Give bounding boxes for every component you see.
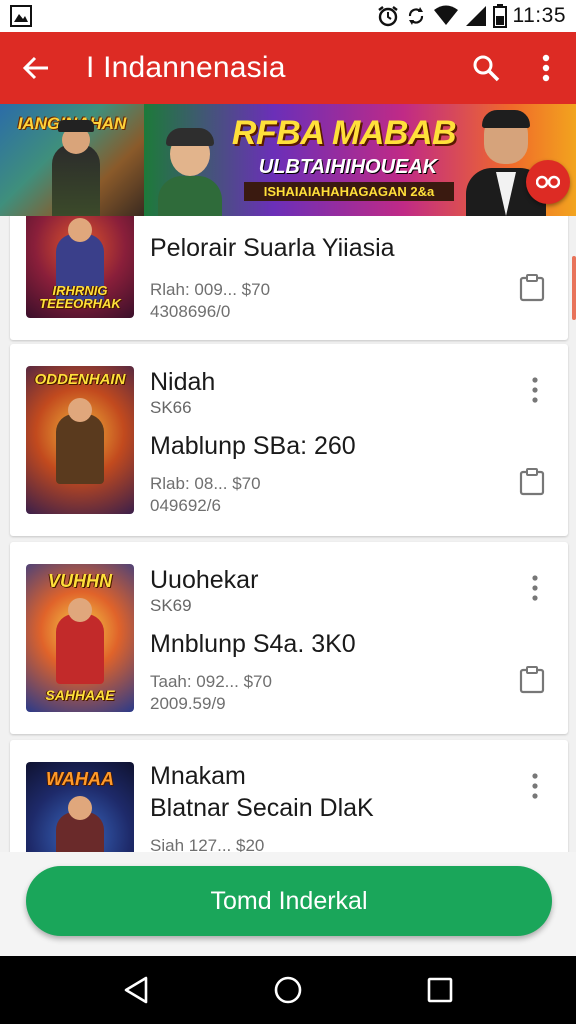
- more-vert-icon[interactable]: [520, 766, 550, 806]
- item-title: Uuohekar: [150, 566, 259, 594]
- item-thumbnail: VUHHN SAHHAAE: [26, 564, 134, 712]
- banner-person-right: [466, 110, 546, 216]
- scroll-indicator[interactable]: [572, 256, 576, 320]
- item-title: Nidah: [150, 368, 216, 396]
- thumb-title: ODDENHAIN: [34, 371, 126, 388]
- alarm-icon: [377, 5, 399, 27]
- recents-square-icon[interactable]: [408, 958, 472, 1022]
- list-item[interactable]: ODDENHAIN Nidah SK66 Mablunp SBa: 260 Rl…: [10, 344, 568, 536]
- item-subtitle: Mablunp SBa: 260: [150, 432, 356, 460]
- banner-hero-art: RFBA MABAB ULBTAIHIHOUEAK ISHAIAIAHAHAGA…: [144, 104, 576, 216]
- cta-container: Tomd Inderkal: [0, 852, 576, 956]
- back-arrow-icon[interactable]: [0, 32, 72, 104]
- more-vert-icon[interactable]: [520, 370, 550, 410]
- item-title: Mnakam: [150, 762, 246, 790]
- banner-soldier-figure: [52, 120, 100, 216]
- back-triangle-icon[interactable]: [104, 958, 168, 1022]
- list-item[interactable]: IRHRNIG TEEEORHAK Pelorair Suarla Yiiasi…: [10, 216, 568, 340]
- banner-game-art: IANGINAHAN: [0, 104, 144, 216]
- item-id: 049692/6: [150, 496, 221, 515]
- battery-icon: [492, 4, 507, 28]
- item-thumbnail: ODDENHAIN: [26, 366, 134, 514]
- primary-action-button[interactable]: Tomd Inderkal: [26, 866, 552, 936]
- wifi-icon: [433, 5, 459, 27]
- app-bar: I Indannenasia: [0, 32, 576, 104]
- item-thumbnail: IRHRNIG TEEEORHAK: [26, 216, 134, 318]
- banner-person-left: [158, 126, 222, 216]
- item-price: Taah: 092... $70: [150, 672, 272, 691]
- banner-title: RFBA MABAB: [231, 114, 457, 152]
- status-bar: 11:35: [0, 0, 576, 32]
- thumb-title: VUHHN: [47, 571, 112, 591]
- link-icon[interactable]: [526, 160, 570, 204]
- product-list: IRHRNIG TEEEORHAK Pelorair Suarla Yiiasi…: [0, 216, 576, 956]
- thumb-bottom-text: SAHHAAE: [45, 687, 115, 703]
- item-price: Rlab: 08... $70: [150, 474, 261, 493]
- item-id: 2009.59/9: [150, 694, 226, 713]
- screen: 11:35 I Indannenasia IANGINAHAN RFBA MAB…: [0, 0, 576, 1024]
- item-id: 4308696/0: [150, 302, 231, 321]
- item-subtitle: Mnblunp S4a. 3K0: [150, 630, 356, 658]
- more-vert-icon[interactable]: [520, 568, 550, 608]
- page-title: I Indannenasia: [86, 51, 286, 84]
- search-icon[interactable]: [456, 32, 516, 104]
- home-circle-icon[interactable]: [256, 958, 320, 1022]
- signal-icon: [465, 5, 487, 27]
- gallery-icon: [10, 5, 32, 27]
- item-title: Pelorair Suarla Yiiasia: [150, 234, 395, 262]
- thumb-title: IRHRNIG TEEEORHAK: [39, 283, 121, 311]
- status-time: 11:35: [512, 4, 566, 27]
- item-subtitle: Blatnar Secain DlaK: [150, 794, 374, 822]
- thumb-title: WAHAA: [46, 769, 114, 789]
- clipboard-icon[interactable]: [512, 268, 552, 308]
- item-sku: SK66: [150, 398, 192, 417]
- list-item[interactable]: VUHHN SAHHAAE Uuohekar SK69 Mnblunp S4a.…: [10, 542, 568, 734]
- sync-icon: [405, 5, 427, 27]
- clipboard-icon[interactable]: [512, 660, 552, 700]
- promo-banner[interactable]: IANGINAHAN RFBA MABAB ULBTAIHIHOUEAK ISH…: [0, 104, 576, 216]
- clipboard-icon[interactable]: [512, 462, 552, 502]
- banner-subtitle: ULBTAIHIHOUEAK: [258, 156, 438, 178]
- more-vert-icon[interactable]: [516, 32, 576, 104]
- system-nav-bar: [0, 956, 576, 1024]
- banner-tag: ISHAIAIAHAHAGAGAN 2&a: [244, 182, 454, 201]
- item-sku: SK69: [150, 596, 192, 615]
- item-price: Rlah: 009... $70: [150, 280, 271, 299]
